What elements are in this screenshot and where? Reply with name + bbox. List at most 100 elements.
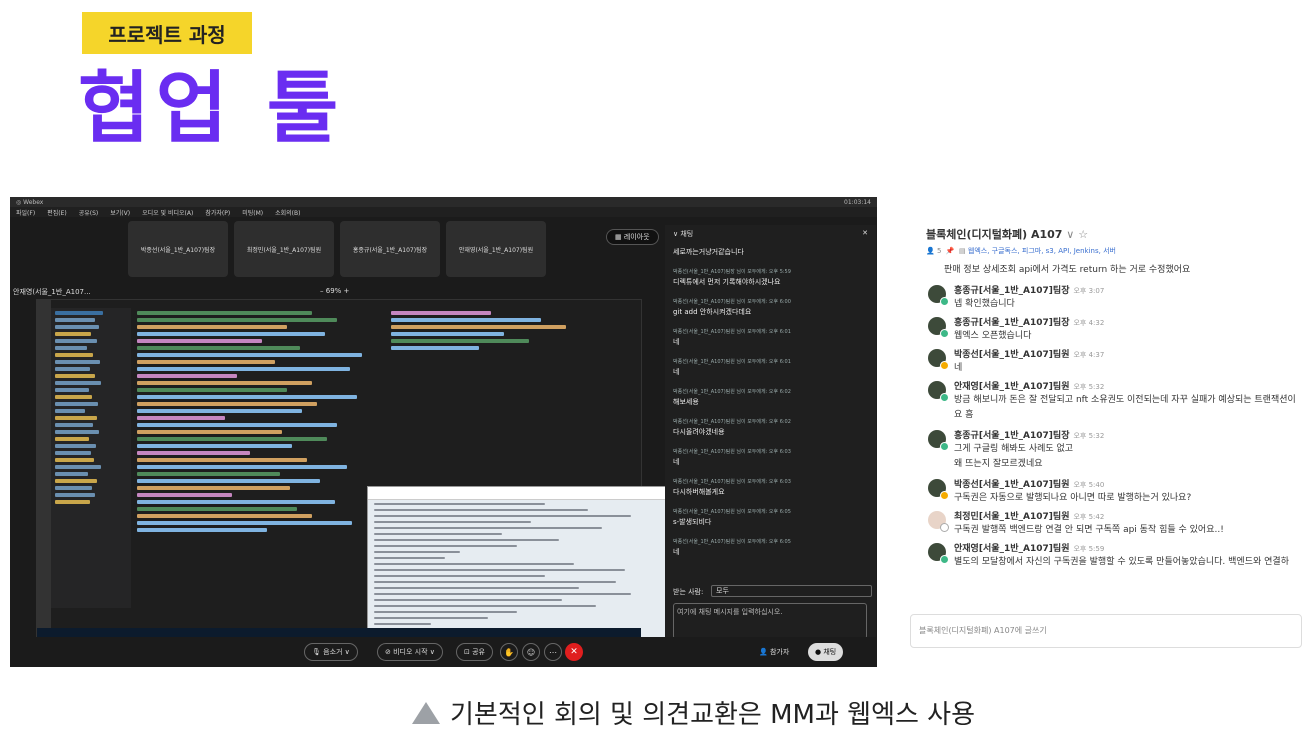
menu-edit[interactable]: 편집(E) — [47, 208, 67, 217]
zoom-control[interactable]: – 69% + — [320, 287, 349, 295]
layout-label: 레이아웃 — [623, 233, 650, 241]
chevron-down-icon[interactable]: ∨ — [1066, 228, 1074, 241]
post: 박종선[서울_1반_A107]팀원 오후 5:40 구독권은 자동으로 발행되나요… — [928, 477, 1302, 503]
reaction-icon[interactable]: ☺ — [522, 643, 540, 661]
status-away-icon — [940, 491, 949, 500]
participant-tile[interactable]: 홍종규(서울_1반_A107)팀장 — [340, 221, 440, 277]
file-icon[interactable]: ▤ — [959, 247, 966, 255]
post: 최정민[서울_1반_A107]팀원 오후 5:42 구독권 발행쪽 백엔드랑 연결… — [928, 509, 1302, 535]
editor-code-pane — [133, 308, 383, 598]
post-text: 구독권 발행쪽 백엔드랑 연결 안 되면 구독쪽 api 동작 힘들 수 있어요… — [954, 525, 1224, 535]
status-online-icon — [940, 555, 949, 564]
menu-share[interactable]: 공유(S) — [79, 208, 99, 217]
editor-side-pane — [387, 308, 637, 428]
status-away-icon — [940, 361, 949, 370]
post-time[interactable]: 오후 5:40 — [1073, 481, 1104, 489]
post-time[interactable]: 오후 5:32 — [1073, 432, 1104, 440]
post-author[interactable]: 박종선[서울_1반_A107]팀원 — [954, 350, 1069, 360]
menu-audio-video[interactable]: 오디오 및 비디오(A) — [142, 208, 193, 217]
hand-icon[interactable]: ✋ — [500, 643, 518, 661]
post-text-continued: 왜 뜨는지 잘모르겠네요 — [954, 459, 1043, 469]
menu-meeting[interactable]: 미팅(M) — [242, 208, 263, 217]
post-author[interactable]: 홍종규[서울_1반_A107]팀장 — [954, 431, 1069, 441]
share-button[interactable]: ⊡ 공유 — [456, 643, 493, 661]
post-time[interactable]: 오후 4:32 — [1073, 319, 1104, 327]
post: 박종선[서울_1반_A107]팀원 오후 4:37 네 — [928, 347, 1302, 373]
message-input[interactable]: 블록체인(디지털화폐) A107에 글쓰기 — [910, 614, 1302, 648]
chat-message-list: 세로까는거냥거같습니다 박종선(서울_1반_A107)팀장 님이 모두에게: 오… — [673, 247, 870, 568]
participant-tile[interactable]: 안재영(서울_1반_A107)팀원 — [446, 221, 546, 277]
more-icon[interactable]: ⋯ — [544, 643, 562, 661]
start-video-button[interactable]: ⊘ 비디오 시작 ∨ — [377, 643, 443, 661]
caption: 기본적인 회의 및 의견교환은 MM과 웹엑스 사용 — [412, 694, 975, 731]
chat-message: 박종선(서울_1반_A107)팀원 님이 모두에게: 오후 6:03 다시하버해볼… — [673, 479, 791, 496]
post-text: 네 — [954, 363, 963, 373]
editor-file-tree — [51, 308, 131, 608]
post: 홍종규[서울_1반_A107]팀장 오후 4:32 웹엑스 오픈했습니다 — [928, 315, 1302, 341]
webex-window: ◎ Webex 01:03:14 파일(F) 편집(E) 공유(S) 보기(V)… — [10, 197, 877, 667]
participant-tile[interactable]: 박종선(서울_1반_A107)팀장 — [128, 221, 228, 277]
member-icon[interactable]: 👤 — [926, 247, 935, 255]
post-author[interactable]: 홍종규[서울_1반_A107]팀장 — [954, 286, 1069, 296]
status-offline-icon — [940, 523, 949, 532]
post-text: 넵 확인했습니다 — [954, 299, 1015, 309]
webex-chat-panel: ∨ 채팅 ✕ 세로까는거냥거같습니다 박종선(서울_1반_A107)팀장 님이 … — [665, 225, 876, 665]
webex-control-bar: 🎙 음소거 ∨ ⊘ 비디오 시작 ∨ ⊡ 공유 ✋ ☺ ⋯ ✕ 👤 참가자 ● … — [10, 637, 877, 667]
zoom-level: 69% — [325, 287, 342, 295]
chat-title: ∨ 채팅 — [673, 230, 694, 238]
post-author[interactable]: 안재영[서울_1반_A107]팀원 — [954, 382, 1069, 392]
webex-logo: ◎ Webex — [16, 198, 44, 206]
chat-message-input[interactable]: 여기에 채팅 메시지를 입력하십시오. — [673, 603, 867, 639]
star-icon[interactable]: ☆ — [1078, 228, 1088, 241]
post-time[interactable]: 오후 5:42 — [1073, 513, 1104, 521]
shared-screen — [36, 299, 669, 667]
post: 홍종규[서울_1반_A107]팀장 오후 3:07 넵 확인했습니다 — [928, 283, 1302, 309]
chat-message: 박종선(서울_1반_A107)팀원 님이 모두에게: 오후 6:05 s-발생되비… — [673, 509, 791, 526]
post-text: 방금 해보니까 돈은 잘 전달되고 nft 소유권도 이전되는데 자꾸 실패가 … — [954, 395, 1296, 405]
chat-button[interactable]: ● 채팅 — [808, 643, 844, 661]
post-text-continued: 요 흠 — [954, 410, 974, 420]
chat-message: 박종선(서울_1반_A107)팀장 님이 모두에게: 오후 5:59 디렉튜에서 … — [673, 269, 791, 286]
page-title: 협업 툴 — [78, 64, 345, 154]
participant-tile[interactable]: 최정민(서울_1반_A107)팀원 — [234, 221, 334, 277]
sharer-name: 안재영(서울_1반_A107... — [13, 288, 91, 296]
post-text: 그게 구글링 해봐도 사례도 없고 — [954, 444, 1074, 454]
post-time[interactable]: 오후 5:32 — [1073, 383, 1104, 391]
channel-title[interactable]: 블록체인(디지털화폐) A107 ∨ ☆ — [926, 226, 1088, 242]
chat-message: 박종선(서울_1반_A107)팀원 님이 모두에게: 오후 6:00 git ad… — [673, 299, 791, 316]
menu-breakout[interactable]: 소회의(B) — [275, 208, 300, 217]
post-time[interactable]: 오후 5:59 — [1073, 545, 1104, 553]
header-links[interactable]: 웹엑스, 구글독스, 피그마, s3, API, Jenkins, 서버 — [968, 247, 1116, 255]
meeting-clock: 01:03:14 — [844, 198, 871, 206]
menu-file[interactable]: 파일(F) — [16, 208, 35, 217]
post-time[interactable]: 오후 3:07 — [1073, 287, 1104, 295]
caption-text: 기본적인 회의 및 의견교환은 MM과 웹엑스 사용 — [450, 700, 976, 730]
post-author[interactable]: 최정민[서울_1반_A107]팀원 — [954, 512, 1069, 522]
status-online-icon — [940, 442, 949, 451]
triangle-icon — [412, 701, 440, 724]
mattermost-channel: 블록체인(디지털화폐) A107 ∨ ☆ 👤 5 📌 ▤ 웹엑스, 구글독스, … — [910, 222, 1302, 650]
chat-message: 박종선(서울_1반_A107)팀원 님이 모두에게: 오후 6:03 네 — [673, 449, 791, 466]
close-icon[interactable]: ✕ — [862, 229, 868, 237]
post-time[interactable]: 오후 4:37 — [1073, 351, 1104, 359]
post: 안재영[서울_1반_A107]팀원 오후 5:59 별도의 모달창에서 자신의 구… — [928, 541, 1302, 567]
post-text: 웹엑스 오픈했습니다 — [954, 331, 1032, 341]
menu-view[interactable]: 보기(V) — [110, 208, 130, 217]
menu-participants[interactable]: 참가자(P) — [205, 208, 230, 217]
participants-button[interactable]: 👤 참가자 — [752, 643, 796, 661]
pin-icon[interactable]: 📌 — [946, 247, 955, 255]
layout-button[interactable]: ▦ 레이아웃 — [606, 229, 659, 245]
chat-recipient-select[interactable]: 모두 — [711, 585, 872, 597]
participant-tiles: 박종선(서울_1반_A107)팀장 최정민(서울_1반_A107)팀원 홍종규(… — [128, 221, 546, 277]
post-list: 판매 정보 상세조회 api에서 가격도 return 하는 거로 수정했어요 … — [928, 262, 1302, 573]
end-call-button[interactable]: ✕ — [565, 643, 583, 661]
post-author[interactable]: 박종선[서울_1반_A107]팀원 — [954, 480, 1069, 490]
status-online-icon — [940, 297, 949, 306]
post-author[interactable]: 홍종규[서울_1반_A107]팀장 — [954, 318, 1069, 328]
chat-message: 박종선(서울_1반_A107)팀원 님이 모두에게: 오후 6:05 네 — [673, 539, 791, 556]
post-author[interactable]: 안재영[서울_1반_A107]팀원 — [954, 544, 1069, 554]
webex-menubar: 파일(F) 편집(E) 공유(S) 보기(V) 오디오 및 비디오(A) 참가자… — [10, 207, 877, 217]
mute-button[interactable]: 🎙 음소거 ∨ — [304, 643, 358, 661]
member-count: 5 — [936, 247, 942, 255]
chat-message: 박종선(서울_1반_A107)팀원 님이 모두에게: 오후 6:02 해보세용 — [673, 389, 791, 406]
